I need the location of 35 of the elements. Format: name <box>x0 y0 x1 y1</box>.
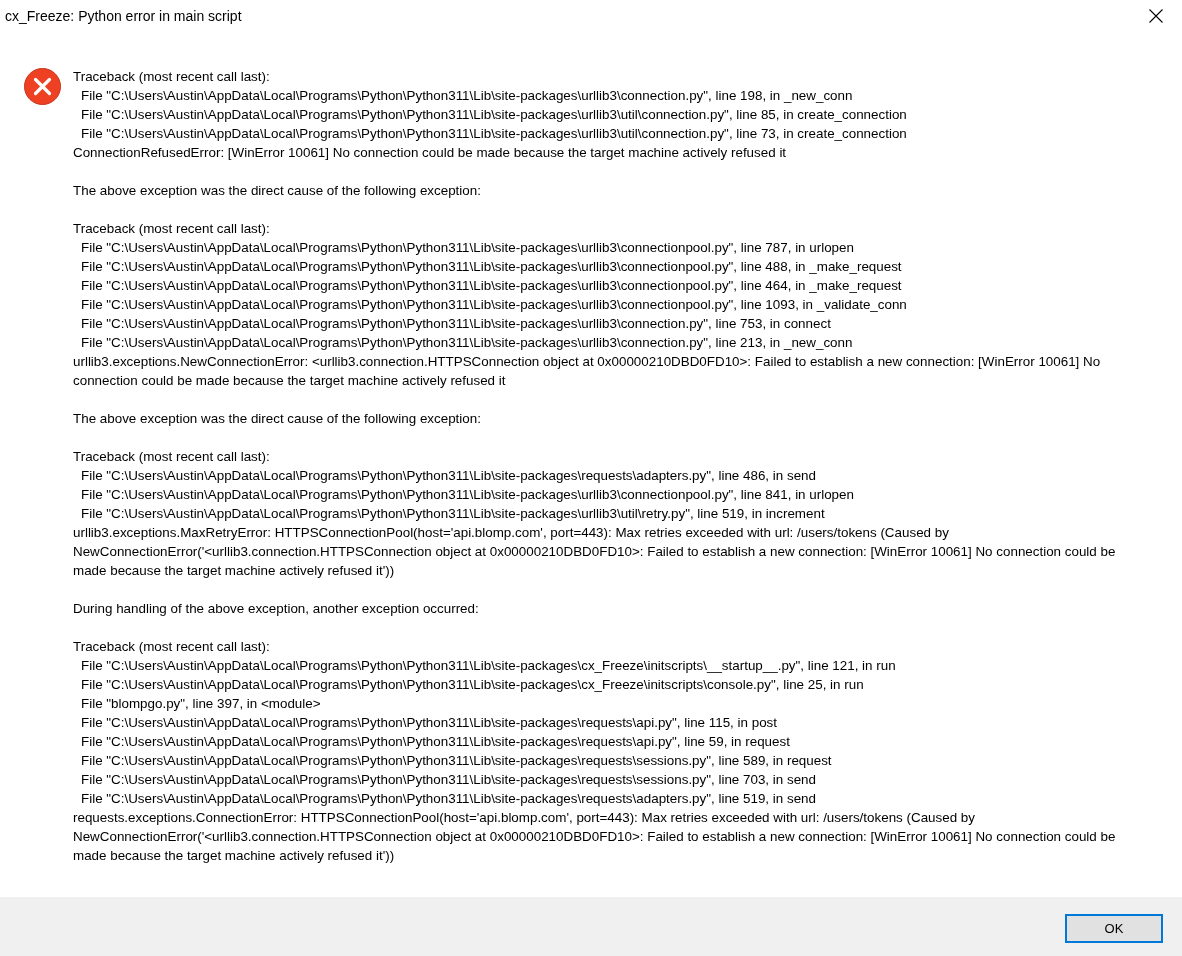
traceback-frame-line: File "C:\Users\Austin\AppData\Local\Programs\Python\Python311\Lib\site-packages\urllib3\connection.py", line 213, in _new_conn <box>81 335 853 350</box>
error-message: urllib3.exceptions.NewConnectionError: <urllib3.connection.HTTPSConnection object at 0x00000210DBD0FD10>: Failed to establish a new connection: [WinError 10061] No connection could be made because the target machine actively refused it <box>73 354 1102 388</box>
traceback-frame-line: File "C:\Users\Austin\AppData\Local\Programs\Python\Python311\Lib\site-packages\cx_Freeze\initscripts\__startup__.py", line 121, in run <box>81 658 896 673</box>
traceback-header: Traceback (most recent call last): <box>73 639 270 654</box>
error-message: urllib3.exceptions.MaxRetryError: HTTPSConnectionPool(host='api.blomp.com', port=443): Max retries exceeded with url: /users/tokens (Caused by NewConnectionError('<urllib3.connection.HTTPSConnection object at 0x00000210DBD0FD10>: Failed to establish a new connection: [WinError 10061] No connection could be made because the target machine actively refused it')) <box>73 525 1117 578</box>
exception-note: During handling of the above exception, another exception occurred: <box>73 601 479 616</box>
traceback-frame-line: File "C:\Users\Austin\AppData\Local\Programs\Python\Python311\Lib\site-packages\urllib3\connectionpool.py", line 841, in urlopen <box>81 487 854 502</box>
traceback-frame-line: File "C:\Users\Austin\AppData\Local\Programs\Python\Python311\Lib\site-packages\requests\adapters.py", line 486, in send <box>81 468 816 483</box>
error-icon <box>24 68 61 105</box>
traceback-frame-line: File "C:\Users\Austin\AppData\Local\Programs\Python\Python311\Lib\site-packages\urllib3\util\connection.py", line 85, in create_connection <box>81 107 907 122</box>
traceback-frame-line: File "C:\Users\Austin\AppData\Local\Programs\Python\Python311\Lib\site-packages\requests\api.py", line 115, in post <box>81 715 778 730</box>
window-title: cx_Freeze: Python error in main script <box>4 9 242 23</box>
traceback-frame-line: File "C:\Users\Austin\AppData\Local\Programs\Python\Python311\Lib\site-packages\requests\api.py", line 59, in request <box>81 734 790 749</box>
traceback-frame-line: File "C:\Users\Austin\AppData\Local\Programs\Python\Python311\Lib\site-packages\urllib3\connectionpool.py", line 464, in _make_request <box>81 278 902 293</box>
traceback-frame-line: File "C:\Users\Austin\AppData\Local\Programs\Python\Python311\Lib\site-packages\requests\sessions.py", line 589, in request <box>81 753 832 768</box>
traceback-header: Traceback (most recent call last): <box>73 69 270 84</box>
traceback-frame-line: File "C:\Users\Austin\AppData\Local\Programs\Python\Python311\Lib\site-packages\requests\sessions.py", line 703, in send <box>81 772 816 787</box>
traceback-frame-line: File "C:\Users\Austin\AppData\Local\Programs\Python\Python311\Lib\site-packages\requests\adapters.py", line 519, in send <box>81 791 816 806</box>
exception-note: The above exception was the direct cause of the following exception: <box>73 411 481 426</box>
error-message: ConnectionRefusedError: [WinError 10061] No connection could be made because the target machine actively refused it <box>73 145 787 160</box>
ok-button[interactable]: OK <box>1065 914 1163 943</box>
traceback-frame-line: File "C:\Users\Austin\AppData\Local\Programs\Python\Python311\Lib\site-packages\urllib3\connection.py", line 198, in _new_conn <box>81 88 853 103</box>
traceback-frame-line: File "C:\Users\Austin\AppData\Local\Programs\Python\Python311\Lib\site-packages\urllib3\util\connection.py", line 73, in create_connection <box>81 126 907 141</box>
traceback-frame-line: File "C:\Users\Austin\AppData\Local\Programs\Python\Python311\Lib\site-packages\urllib3\connection.py", line 753, in connect <box>81 316 831 331</box>
traceback-frame-line: File "C:\Users\Austin\AppData\Local\Programs\Python\Python311\Lib\site-packages\urllib3\util\retry.py", line 519, in increment <box>81 506 825 521</box>
exception-note: The above exception was the direct cause of the following exception: <box>73 183 481 198</box>
traceback-frame-line: File "C:\Users\Austin\AppData\Local\Programs\Python\Python311\Lib\site-packages\urllib3\connectionpool.py", line 1093, in _validate_conn <box>81 297 907 312</box>
traceback-frame-line: File "C:\Users\Austin\AppData\Local\Programs\Python\Python311\Lib\site-packages\urllib3\connectionpool.py", line 787, in urlopen <box>81 240 854 255</box>
traceback-frame-line: File "C:\Users\Austin\AppData\Local\Programs\Python\Python311\Lib\site-packages\cx_Freeze\initscripts\console.py", line 25, in run <box>81 677 864 692</box>
traceback-header: Traceback (most recent call last): <box>73 221 270 236</box>
traceback-frame-line: File "blompgo.py", line 397, in <module> <box>81 696 321 711</box>
traceback-frame-line: File "C:\Users\Austin\AppData\Local\Programs\Python\Python311\Lib\site-packages\urllib3\connectionpool.py", line 488, in _make_request <box>81 259 902 274</box>
traceback-header: Traceback (most recent call last): <box>73 449 270 464</box>
error-message: requests.exceptions.ConnectionError: HTTPSConnectionPool(host='api.blomp.com', port=443): Max retries exceeded with url: /users/tokens (Caused by NewConnectionError('<urllib3.connection.HTTPSConnection object at 0x00000210DBD0FD10>: Failed to establish a new connection: [WinError 10061] No connection could be made because the target machine actively refused it')) <box>73 810 1117 863</box>
close-icon[interactable] <box>1149 9 1163 23</box>
